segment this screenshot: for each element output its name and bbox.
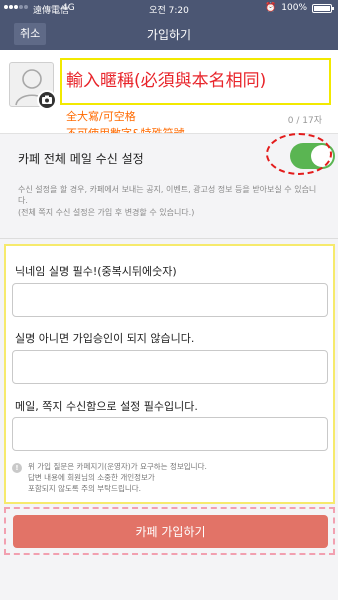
alarm-icon: ⏰ — [265, 3, 277, 13]
battery-icon — [312, 3, 334, 13]
nickname-char-counter: 0 / 17자 — [287, 116, 322, 126]
questions-info-line-2: 답변 내용에 회원님의 소중한 개인정보가 — [28, 473, 155, 482]
info-icon: ! — [12, 463, 22, 473]
nickname-note-uppercase: 全大寫/可空格 — [66, 110, 136, 123]
battery-percent: 100% — [281, 3, 307, 13]
submit-highlight: 카페 가입하기 — [4, 507, 335, 555]
nickname-input[interactable] — [66, 66, 324, 96]
nickname-field-highlight — [60, 58, 331, 105]
page-title: 가입하기 — [146, 28, 192, 42]
toggle-highlight-circle — [266, 133, 332, 175]
nav-bar: 취소 가입하기 — [0, 18, 338, 50]
mail-setting-note: (전체 쪽지 수신 설정은 가입 후 변경할 수 있습니다.) — [18, 208, 195, 217]
section-divider — [0, 238, 338, 239]
question-1-label: 닉네임 실명 필수!(중복시뒤에숫자) — [15, 265, 177, 278]
mail-setting-description: 수신 설정을 할 경우, 카페에서 보내는 공지, 이벤트, 광고성 정보 등을… — [18, 185, 317, 205]
join-questions-section: 닉네임 실명 필수!(중복시뒤에숫자) 실명 아니면 가입승인이 되지 않습니다… — [4, 244, 335, 504]
mail-setting-section: 카페 전체 메일 수신 설정 수신 설정을 할 경우, 카페에서 보내는 공지,… — [0, 133, 338, 228]
profile-section: 全大寫/可空格 不可使用數字&特殊符號 0 / 17자 — [0, 50, 338, 140]
question-2-input[interactable] — [12, 350, 328, 384]
question-1-input[interactable] — [12, 283, 328, 317]
mail-setting-label: 카페 전체 메일 수신 설정 — [18, 152, 144, 166]
camera-icon[interactable] — [37, 90, 57, 110]
question-3-label: 메일, 쪽지 수신함으로 설정 필수입니다. — [15, 400, 198, 413]
status-bar: 遠傳電信 4G 오전 7:20 ⏰ 100% — [0, 0, 338, 18]
question-2-label: 실명 아니면 가입승인이 되지 않습니다. — [15, 332, 195, 345]
questions-info-line-3: 포함되지 않도록 주의 부탁드립니다. — [28, 484, 142, 493]
join-cafe-button[interactable]: 카페 가입하기 — [13, 515, 328, 548]
question-3-input[interactable] — [12, 417, 328, 451]
questions-info-line-1: 위 가입 질문은 카페지기(운영자)가 요구하는 정보입니다. — [28, 462, 207, 471]
